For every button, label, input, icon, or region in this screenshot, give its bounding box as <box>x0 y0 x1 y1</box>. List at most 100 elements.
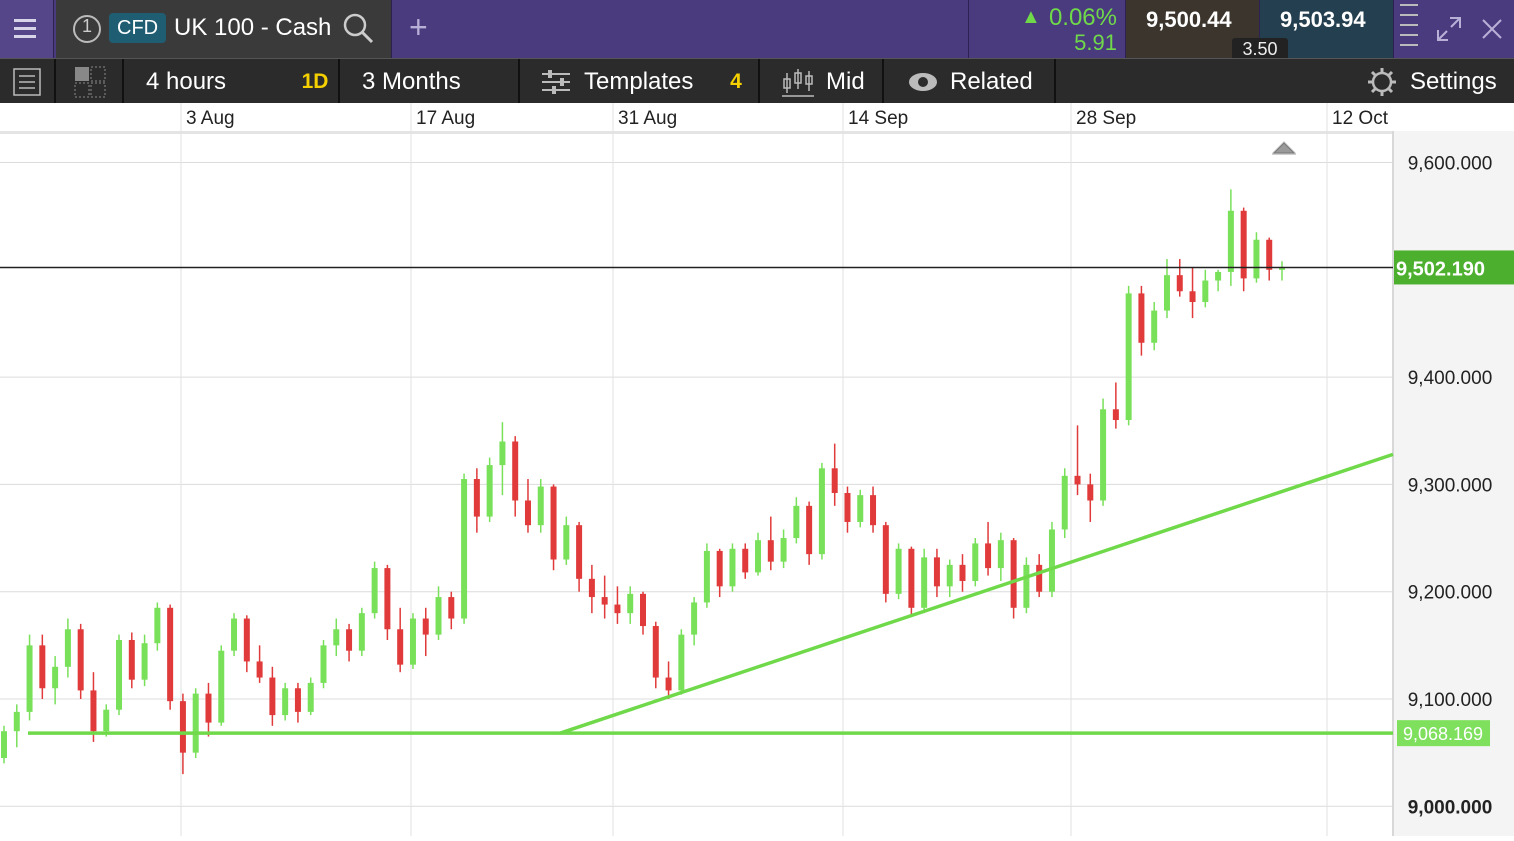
instrument-tab[interactable]: 1 CFD UK 100 - Cash <box>56 0 392 58</box>
related-button[interactable]: Related <box>886 59 1056 104</box>
add-tab-button[interactable]: + <box>392 0 452 58</box>
candle-body <box>179 701 186 753</box>
candle-body <box>1023 564 1030 608</box>
instrument-name: UK 100 - Cash <box>174 14 332 41</box>
candle-body <box>703 550 710 603</box>
candle <box>857 489 864 528</box>
x-tick-label: 17 Aug <box>416 108 475 129</box>
candle <box>1266 237 1273 281</box>
candle-body <box>128 639 135 680</box>
candle-body <box>908 548 915 608</box>
templates-button[interactable]: Templates <box>520 59 714 104</box>
candle-body <box>767 540 774 562</box>
candle <box>397 607 404 673</box>
candle-body <box>1163 275 1170 311</box>
candle <box>307 677 314 716</box>
drag-handle-icon <box>1400 4 1418 46</box>
candle <box>1151 301 1158 351</box>
candle <box>985 521 992 576</box>
candle <box>461 473 468 624</box>
candle-body <box>397 629 404 665</box>
candle <box>358 607 365 657</box>
candle <box>882 521 889 603</box>
candle <box>895 543 902 600</box>
candle <box>141 634 148 687</box>
settings-button[interactable]: Settings <box>1356 59 1514 104</box>
candle <box>154 602 161 651</box>
candle-body <box>154 607 161 644</box>
interval-badge-label: 1D <box>301 69 329 93</box>
candle-body <box>1202 280 1209 302</box>
candle-body <box>1010 540 1017 608</box>
scroll-to-latest-icon[interactable] <box>1272 141 1296 155</box>
chart-canvas[interactable]: 9,600.000 9,400.000 9,300.000 9,200.000 9,10… <box>0 131 1514 836</box>
price-type-select[interactable]: Mid <box>762 59 884 104</box>
candle-body <box>167 607 174 702</box>
trend-line[interactable] <box>559 452 1394 735</box>
candle <box>167 604 174 710</box>
candle-body <box>435 597 442 635</box>
y-tick-label: 9,100.000 <box>1408 690 1493 711</box>
candle <box>576 521 583 592</box>
menu-button[interactable] <box>0 0 54 58</box>
candle-body <box>844 492 851 522</box>
candle-body <box>895 548 902 594</box>
search-icon[interactable] <box>342 12 376 46</box>
candle-body <box>333 629 340 646</box>
candle-body <box>563 525 570 560</box>
close-icon[interactable] <box>1480 17 1504 41</box>
settings-label: Settings <box>1410 67 1497 95</box>
candle-body <box>716 550 723 587</box>
candle <box>1253 232 1260 283</box>
price-change: ▲ 0.06% 5.91 <box>968 0 1126 58</box>
candle <box>205 682 212 737</box>
candle-body <box>282 688 289 716</box>
drag-handle[interactable] <box>1394 0 1430 58</box>
interval-badge: 1D <box>292 59 340 104</box>
candle-body <box>742 548 749 573</box>
candle <box>780 529 787 569</box>
y-tick-label: 9,000.000 <box>1408 797 1493 818</box>
interval-select[interactable]: 4 hours <box>126 59 292 104</box>
candle-body <box>1138 293 1145 343</box>
x-tick-label: 3 Aug <box>186 108 235 129</box>
candle-body <box>103 709 110 732</box>
candle <box>1125 285 1132 426</box>
layout-button[interactable] <box>58 59 124 104</box>
candle-body <box>755 540 762 573</box>
candle <box>1010 538 1017 619</box>
candle <box>818 462 825 560</box>
candle-body <box>857 495 864 522</box>
candle-body <box>1151 310 1158 343</box>
candle-body <box>691 602 698 635</box>
price-chart[interactable]: 9,600.000 9,400.000 9,300.000 9,200.000 9,10… <box>0 131 1514 836</box>
candle-body <box>933 557 940 587</box>
candle-body <box>780 538 787 562</box>
candle-body <box>384 568 391 630</box>
change-up-icon: ▲ <box>1021 6 1041 28</box>
candle-body <box>588 578 595 598</box>
candle <box>1227 189 1234 286</box>
y-tick-label: 9,200.000 <box>1408 583 1493 604</box>
list-button[interactable] <box>0 59 56 104</box>
range-select[interactable]: 3 Months <box>340 59 520 104</box>
candle <box>320 639 327 689</box>
candle <box>524 479 531 533</box>
candle-body <box>26 645 33 712</box>
candle <box>333 618 340 657</box>
candle-body <box>512 441 519 501</box>
candle-body <box>320 645 327 683</box>
candle-body <box>346 629 353 651</box>
candle-body <box>972 543 979 581</box>
x-tick-label: 12 Oct <box>1332 108 1389 129</box>
candle-body <box>39 645 46 689</box>
candle <box>218 645 225 726</box>
candle <box>384 564 391 640</box>
candle-body <box>358 613 365 651</box>
layout-icon <box>74 66 106 97</box>
templates-label: Templates <box>584 67 694 95</box>
expand-icon[interactable] <box>1434 14 1464 44</box>
chart-toolbar: 4 hours 1D 3 Months Templates 4 Mid Rela… <box>0 58 1514 104</box>
candle-body <box>921 557 928 608</box>
candle <box>13 704 20 748</box>
